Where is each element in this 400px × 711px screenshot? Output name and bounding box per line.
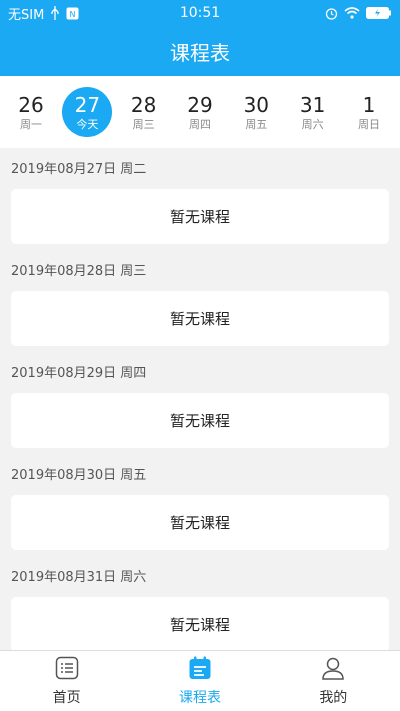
empty-course-text: 暂无课程	[169, 616, 230, 634]
empty-course-text: 暂无课程	[169, 514, 230, 532]
status-bar: 无SIM N 10:51	[0, 0, 400, 26]
day-number: 31	[299, 92, 326, 117]
day-27-today[interactable]: 27 今天	[59, 76, 115, 148]
home-list-icon	[54, 655, 80, 681]
day-31[interactable]: 31 周六	[285, 76, 341, 148]
day-weekday: 周六	[301, 117, 324, 131]
tab-profile[interactable]: 我的	[267, 651, 400, 711]
day-weekday: 周日	[357, 117, 380, 131]
usb-icon	[50, 6, 60, 20]
date-header: 2019年08月27日 周二	[11, 162, 147, 177]
day-number: 1	[362, 92, 376, 117]
day-section: 2019年08月31日 周六 暂无课程	[0, 556, 400, 650]
day-1[interactable]: 1 周日	[341, 76, 397, 148]
profile-icon	[320, 655, 346, 681]
schedule-list[interactable]: 2019年08月27日 周二 暂无课程 2019年08月28日 周三 暂无课程 …	[0, 148, 400, 650]
alarm-icon	[325, 7, 338, 20]
empty-course-card: 暂无课程	[11, 495, 389, 550]
date-header: 2019年08月30日 周五	[11, 468, 147, 483]
tab-schedule[interactable]: 课程表	[133, 651, 266, 711]
day-weekday: 今天	[76, 117, 99, 131]
schedule-icon	[187, 655, 213, 681]
day-28[interactable]: 28 周三	[116, 76, 172, 148]
page-title: 课程表	[170, 40, 230, 65]
empty-course-card: 暂无课程	[11, 597, 389, 650]
empty-course-text: 暂无课程	[169, 412, 230, 430]
empty-course-text: 暂无课程	[169, 208, 230, 226]
day-weekday: 周四	[188, 117, 211, 131]
day-weekday: 周一	[20, 117, 42, 131]
week-strip: 26 周一 27 今天 28 周三 29 周四 30 周五 31 周六 1 周日	[0, 76, 400, 148]
empty-course-card: 暂无课程	[11, 291, 389, 346]
day-number: 28	[130, 92, 157, 117]
day-30[interactable]: 30 周五	[228, 76, 284, 148]
carrier-label: 无SIM	[8, 7, 45, 23]
day-section: 2019年08月27日 周二 暂无课程	[0, 148, 400, 244]
day-number: 27	[74, 92, 101, 117]
bottom-tab-bar: 首页 课程表 我的	[0, 650, 400, 711]
day-weekday: 周三	[132, 117, 155, 131]
day-29[interactable]: 29 周四	[172, 76, 228, 148]
day-number: 29	[187, 92, 213, 117]
empty-course-card: 暂无课程	[11, 189, 389, 244]
title-bar: 课程表	[0, 26, 400, 76]
wifi-icon	[344, 7, 360, 19]
empty-course-card: 暂无课程	[11, 393, 389, 448]
date-header: 2019年08月31日 周六	[11, 570, 147, 585]
svg-text:N: N	[70, 10, 76, 19]
day-26[interactable]: 26 周一	[3, 76, 59, 148]
date-header: 2019年08月29日 周四	[11, 366, 147, 381]
day-number: 26	[18, 92, 44, 117]
tab-schedule-label: 课程表	[178, 690, 221, 706]
day-section: 2019年08月29日 周四 暂无课程	[0, 352, 400, 448]
battery-icon	[366, 7, 392, 19]
date-header: 2019年08月28日 周三	[11, 264, 147, 279]
tab-profile-label: 我的	[319, 690, 348, 706]
empty-course-text: 暂无课程	[169, 310, 230, 328]
day-number: 30	[243, 92, 270, 117]
day-weekday: 周五	[245, 117, 268, 131]
tab-home-label: 首页	[52, 690, 81, 706]
day-section: 2019年08月30日 周五 暂无课程	[0, 454, 400, 550]
notification-icon: N	[66, 7, 79, 20]
tab-home[interactable]: 首页	[0, 651, 133, 711]
day-section: 2019年08月28日 周三 暂无课程	[0, 250, 400, 346]
